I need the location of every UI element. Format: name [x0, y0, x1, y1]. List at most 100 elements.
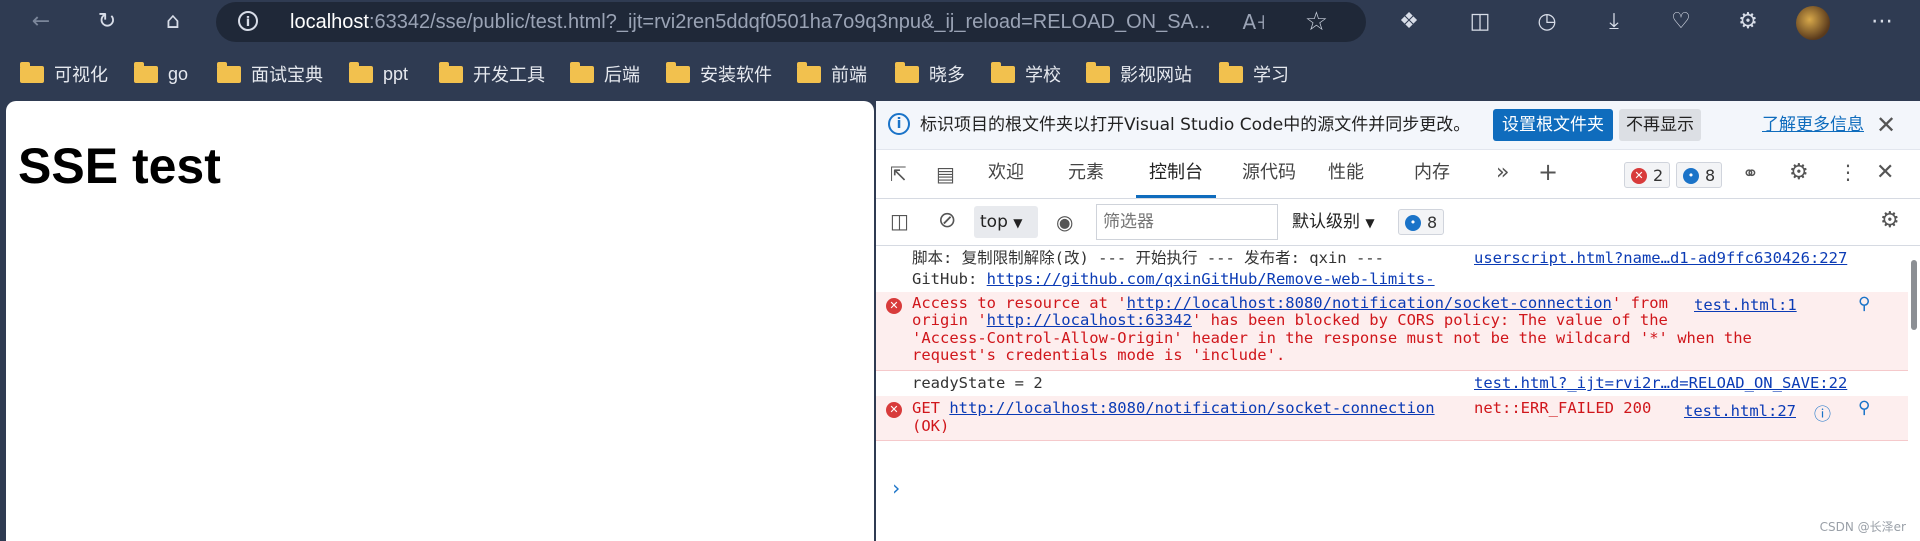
- error-status: net::ERR_FAILED 200: [1474, 399, 1652, 417]
- folder-icon: [134, 61, 158, 83]
- bookmark-folder[interactable]: 前端: [797, 56, 867, 92]
- bookmark-folder[interactable]: 学校: [991, 56, 1061, 92]
- bookmark-folder[interactable]: 影视网站: [1086, 56, 1192, 92]
- console-scrollbar[interactable]: [1910, 246, 1918, 346]
- more-menu-icon[interactable]: ⋯: [1868, 8, 1896, 36]
- search-icon[interactable]: ⚲: [1858, 398, 1870, 418]
- device-emulation-icon[interactable]: ▤: [936, 162, 955, 186]
- dont-show-again-button[interactable]: 不再显示: [1619, 109, 1701, 141]
- bookmark-folder[interactable]: 晓多: [895, 56, 965, 92]
- tab-welcome[interactable]: 欢迎: [974, 150, 1038, 196]
- bookmark-folder[interactable]: 安装软件: [666, 56, 772, 92]
- message-icon: •: [1405, 215, 1421, 231]
- favorite-star-icon[interactable]: ☆: [1305, 7, 1328, 37]
- tab-performance[interactable]: 性能: [1316, 150, 1376, 196]
- clear-console-icon[interactable]: ⊘: [938, 208, 956, 233]
- message-icon: •: [1683, 168, 1699, 184]
- set-root-folder-button[interactable]: 设置根文件夹: [1493, 109, 1613, 141]
- info-icon: i: [888, 113, 910, 135]
- more-tabs-icon[interactable]: »: [1496, 160, 1509, 185]
- github-link[interactable]: https://github.com/qxinGitHub/Remove-web…: [987, 270, 1435, 288]
- site-info-icon[interactable]: i: [238, 11, 258, 31]
- console-output: 脚本: 复制限制解除(改) --- 开始执行 --- 发布者: qxin ---…: [876, 246, 1920, 541]
- bookmark-folder[interactable]: 学习: [1219, 56, 1289, 92]
- console-error: ✕ Access to resource at 'http://localhos…: [876, 292, 1908, 371]
- downloads-icon[interactable]: ⤓: [1600, 8, 1628, 36]
- bookmark-folder[interactable]: 可视化: [20, 56, 108, 92]
- close-devtools-icon[interactable]: ✕: [1876, 160, 1894, 185]
- folder-icon: [349, 61, 373, 83]
- console-message-badge[interactable]: • 8: [1398, 209, 1445, 235]
- console-settings-icon[interactable]: ⚙: [1880, 208, 1900, 233]
- error-icon: ✕: [886, 298, 902, 314]
- back-icon[interactable]: ←: [27, 8, 55, 36]
- source-link[interactable]: test.html:27: [1684, 400, 1796, 422]
- search-icon[interactable]: ⚲: [1858, 294, 1870, 314]
- learn-more-link[interactable]: 了解更多信息: [1762, 101, 1864, 149]
- extensions-icon[interactable]: ❖: [1395, 8, 1423, 36]
- tab-memory[interactable]: 内存: [1402, 150, 1462, 196]
- connections-icon[interactable]: ⚭: [1742, 161, 1759, 185]
- folder-icon: [20, 61, 44, 83]
- tab-elements[interactable]: 元素: [1056, 150, 1116, 196]
- source-link[interactable]: userscript.html?name…d1-ad9ffc630426:227: [1474, 247, 1847, 269]
- message-count-badge[interactable]: • 8: [1676, 162, 1723, 188]
- devtools-panel: i 标识项目的根文件夹以打开Visual Studio Code中的源文件并同步…: [876, 101, 1920, 541]
- bookmark-folder[interactable]: 开发工具: [439, 56, 545, 92]
- console-error: ✕ GET http://localhost:8080/notification…: [876, 396, 1908, 441]
- bookmark-folder[interactable]: ppt: [349, 56, 408, 92]
- folder-icon: [991, 61, 1015, 83]
- folder-icon: [666, 61, 690, 83]
- folder-icon: [895, 61, 919, 83]
- page-heading: SSE test: [18, 138, 221, 194]
- error-count-badge[interactable]: ✕ 2: [1624, 162, 1671, 188]
- url-text[interactable]: localhost:63342/sse/public/test.html?_ij…: [290, 2, 1211, 42]
- console-toolbar: ◫ ⊘ top ▼ ◉ 默认级别 ▼ •8 ⚙: [876, 199, 1920, 246]
- request-link[interactable]: http://localhost:8080/notification/socke…: [949, 399, 1434, 417]
- tab-console[interactable]: 控制台: [1136, 150, 1216, 198]
- folder-icon: [217, 61, 241, 83]
- folder-icon: [570, 61, 594, 83]
- sidebar-toggle-icon[interactable]: ◫: [890, 209, 909, 233]
- inspect-element-icon[interactable]: ⇱: [890, 162, 907, 186]
- history-icon[interactable]: ◷: [1533, 8, 1561, 36]
- add-tab-icon[interactable]: +: [1538, 158, 1558, 186]
- customize-menu-icon[interactable]: ⋮: [1838, 160, 1858, 184]
- bookmark-folder[interactable]: go: [134, 56, 188, 92]
- bookmark-folder[interactable]: 后端: [570, 56, 640, 92]
- live-expression-icon[interactable]: ◉: [1056, 210, 1073, 234]
- bookmark-folder[interactable]: 面试宝典: [217, 56, 323, 92]
- context-selector[interactable]: top ▼: [974, 206, 1038, 238]
- browser-essentials-icon[interactable]: ♡: [1667, 8, 1695, 36]
- error-icon: ✕: [886, 402, 902, 418]
- folder-icon: [797, 61, 821, 83]
- folder-icon: [439, 61, 463, 83]
- folder-icon: [1219, 61, 1243, 83]
- read-aloud-icon[interactable]: A˧: [1242, 10, 1266, 34]
- error-icon: ✕: [1631, 168, 1647, 184]
- infobar-message: 标识项目的根文件夹以打开Visual Studio Code中的源文件并同步更改…: [920, 115, 1471, 135]
- page-viewport: SSE test: [6, 101, 874, 541]
- close-icon[interactable]: ✕: [1876, 111, 1896, 139]
- network-request-icon[interactable]: ⓘ: [1814, 400, 1831, 425]
- console-filter-input[interactable]: [1096, 204, 1278, 240]
- source-link[interactable]: test.html:1: [1694, 294, 1797, 316]
- bookmarks-bar: 可视化 go 面试宝典 ppt 开发工具 后端 安装软件 前端 晓多 学校 影视…: [0, 56, 1920, 92]
- split-screen-icon[interactable]: ◫: [1466, 8, 1494, 36]
- scrollbar-thumb[interactable]: [1911, 260, 1917, 330]
- refresh-icon[interactable]: ↻: [93, 8, 121, 36]
- source-link[interactable]: test.html?_ijt=rvi2r…d=RELOAD_ON_SAVE:22: [1474, 372, 1847, 394]
- home-icon[interactable]: ⌂: [159, 8, 187, 36]
- address-bar[interactable]: i localhost:63342/sse/public/test.html?_…: [216, 2, 1366, 42]
- settings-icon[interactable]: ⚙: [1734, 8, 1762, 36]
- console-message: 脚本: 复制限制解除(改) --- 开始执行 --- 发布者: qxin ---…: [876, 246, 1908, 293]
- folder-icon: [1086, 61, 1110, 83]
- devtools-infobar: i 标识项目的根文件夹以打开Visual Studio Code中的源文件并同步…: [876, 101, 1920, 150]
- browser-toolbar: ← ↻ ⌂ i localhost:63342/sse/public/test.…: [0, 0, 1920, 45]
- console-prompt-chevron-icon[interactable]: ›: [890, 476, 902, 500]
- tab-sources[interactable]: 源代码: [1234, 150, 1304, 196]
- console-message: readyState = 2 test.html?_ijt=rvi2r…d=RE…: [876, 370, 1908, 397]
- log-levels-dropdown[interactable]: 默认级别 ▼: [1292, 199, 1375, 246]
- profile-avatar[interactable]: [1796, 6, 1830, 40]
- settings-gear-icon[interactable]: ⚙: [1789, 160, 1809, 185]
